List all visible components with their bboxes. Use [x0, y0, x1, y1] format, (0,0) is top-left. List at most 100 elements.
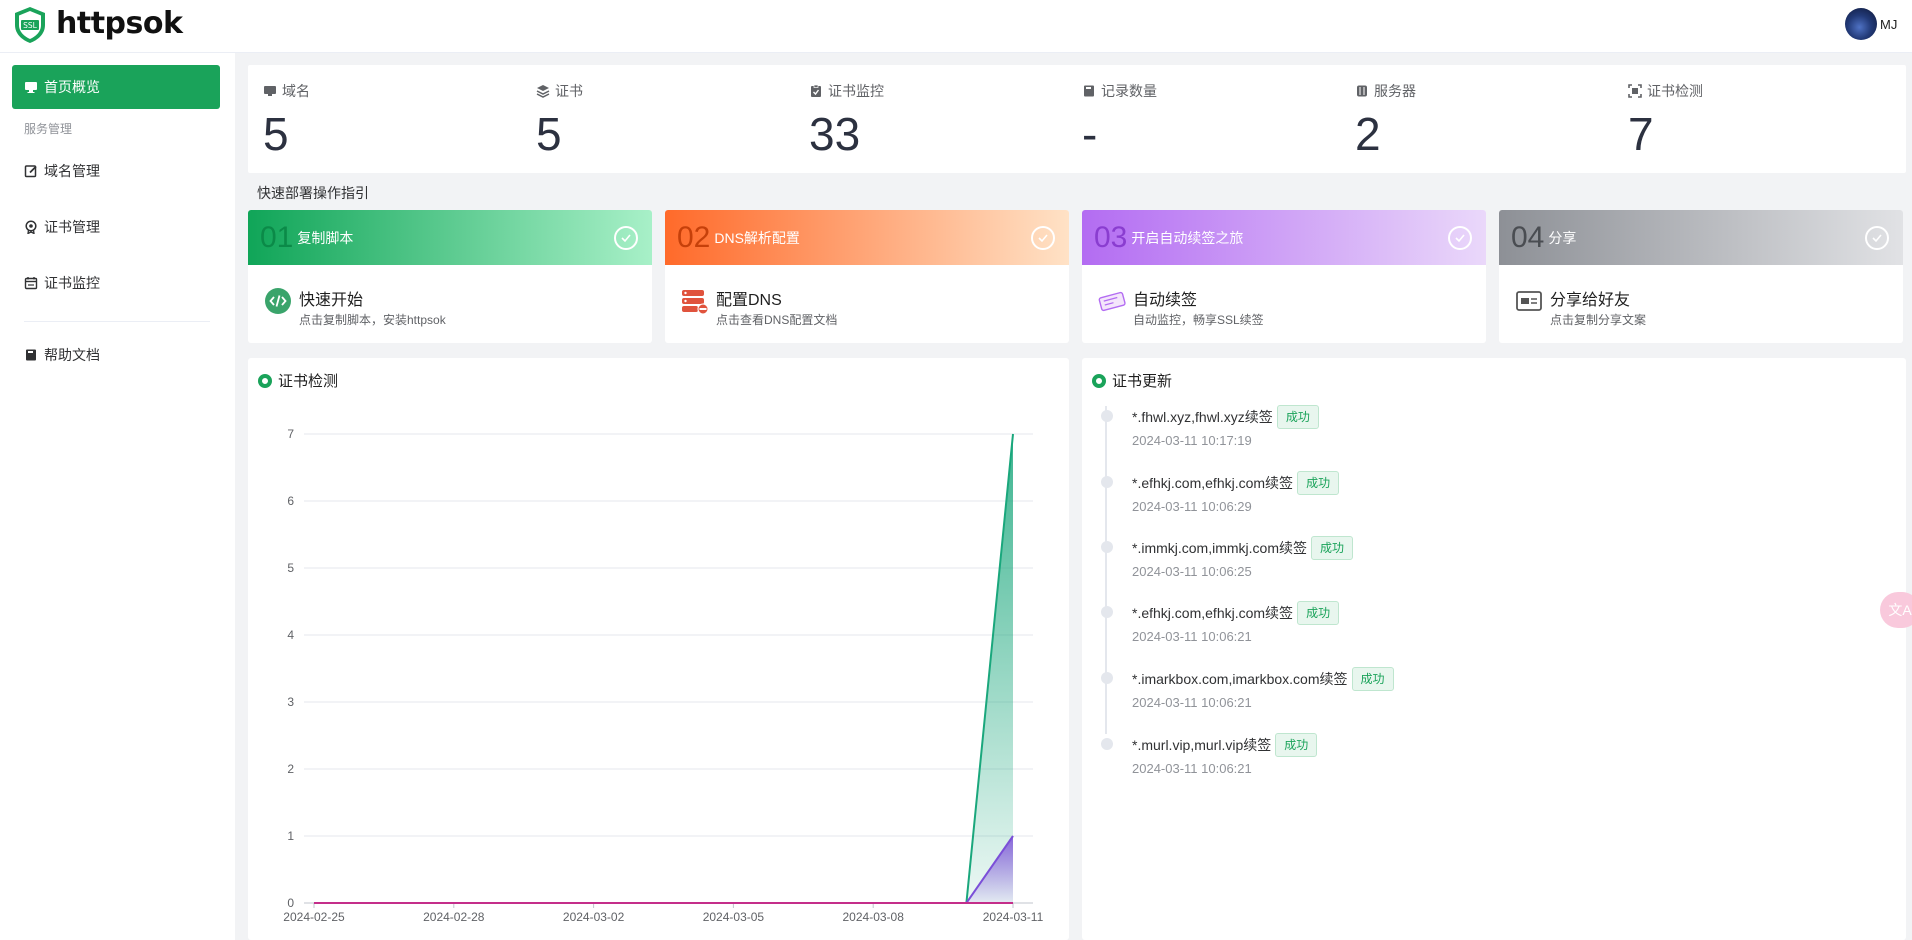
sidebar-item-home-overview[interactable]: 首页概览	[12, 65, 220, 109]
card-step-number: 02	[677, 220, 711, 254]
sidebar-item-label: 证书监控	[44, 275, 100, 291]
timeline-node	[1101, 476, 1113, 488]
scan-icon	[1628, 84, 1642, 98]
status-badge: 成功	[1311, 536, 1354, 560]
user-name[interactable]: MJ	[1880, 17, 1897, 32]
timeline-title: *.immkj.com,immkj.com续签	[1132, 540, 1307, 556]
series-area	[314, 434, 1013, 903]
x-tick-label: 2024-03-05	[703, 910, 765, 924]
cert-update-panel: 证书更新 *.fhwl.xyz,fhwl.xyz续签 成功 2024-03-11 …	[1082, 358, 1906, 940]
y-tick-label: 7	[287, 427, 294, 441]
ticket-icon	[1098, 287, 1126, 315]
y-tick-label: 4	[287, 628, 294, 642]
card-title: 快速开始	[299, 292, 364, 309]
timeline-item: *.efhkj.com,efhkj.com续签 成功 2024-03-11 10:…	[1092, 601, 1692, 661]
x-tick-label: 2024-03-08	[843, 910, 905, 924]
stat-value: 7	[1628, 108, 1654, 160]
book-icon	[1084, 85, 1094, 97]
calendar-icon	[24, 277, 38, 290]
sidebar-item-cert-monitor[interactable]: 证书监控	[24, 271, 100, 295]
stat-label: 记录数量	[1101, 83, 1157, 99]
stat-value: 5	[536, 108, 562, 160]
y-tick-label: 1	[287, 829, 294, 843]
check-circle-icon	[1031, 226, 1055, 250]
series-line	[314, 433, 1014, 904]
card-step-label: 开启自动续签之旅	[1131, 229, 1244, 246]
x-tick-label: 2024-03-11	[983, 910, 1044, 924]
series-area	[314, 836, 1013, 903]
card-step-label: 复制脚本	[297, 229, 354, 246]
stats-bar: 域名 5 证书 5 证书监控 33 记录数量 - 服务器 2 证书检测 7	[248, 65, 1906, 173]
sidebar: 首页概览 服务管理 域名管理 证书管理 证书监控 帮助文档	[0, 53, 235, 940]
sidebar-item-label: 域名管理	[44, 163, 100, 179]
ssl-shield-logo[interactable]: SSL	[10, 5, 50, 45]
guide-card-dns-config[interactable]: 02 DNS解析配置 配置DNS 点击查看DNS配置文档	[665, 210, 1069, 343]
logo-text: SSL	[23, 21, 38, 30]
status-badge: 成功	[1275, 733, 1318, 757]
card-title: 配置DNS	[716, 292, 782, 309]
timeline-title: *.fhwl.xyz,fhwl.xyz续签	[1132, 409, 1273, 425]
timeline-node	[1101, 606, 1113, 618]
x-tick-label: 2024-02-28	[423, 910, 485, 924]
monitor-icon	[264, 86, 276, 96]
card-step-number: 01	[260, 220, 294, 254]
card-desc: 点击复制脚本，安装httpsok	[299, 313, 446, 327]
timeline-item: *.fhwl.xyz,fhwl.xyz续签 成功 2024-03-11 10:17…	[1092, 405, 1692, 465]
stat-servers[interactable]: 服务器 2	[1355, 65, 1625, 173]
layers-icon	[536, 85, 550, 98]
brand-name[interactable]: httpsok	[56, 6, 183, 41]
server-icon	[1357, 85, 1367, 97]
stat-label: 证书	[555, 83, 583, 99]
stat-value: 2	[1355, 108, 1381, 160]
card-title: 自动续签	[1133, 292, 1198, 309]
timeline-title: *.imarkbox.com,imarkbox.com续签	[1132, 671, 1348, 687]
stat-domains[interactable]: 域名 5	[263, 65, 533, 173]
check-circle-icon	[1865, 226, 1889, 250]
timeline-node	[1101, 738, 1113, 750]
translate-button[interactable]: 文A	[1880, 592, 1912, 628]
guide-card-share[interactable]: 04 分享 分享给好友 点击复制分享文案	[1499, 210, 1903, 343]
avatar[interactable]	[1845, 8, 1877, 40]
x-tick-label: 2024-02-25	[283, 910, 345, 924]
timeline-time: 2024-03-11 10:17:19	[1132, 433, 1252, 448]
status-badge: 成功	[1297, 601, 1340, 625]
check-circle-icon	[1448, 226, 1472, 250]
guide-card-auto-renew[interactable]: 03 开启自动续签之旅 自动续签 自动监控，畅享SSL续签	[1082, 210, 1486, 343]
card-step-number: 04	[1511, 220, 1545, 254]
timeline-node	[1101, 672, 1113, 684]
timeline-item: *.murl.vip,murl.vip续签 成功 2024-03-11 10:06…	[1092, 733, 1692, 793]
clipboard-check-icon	[811, 84, 821, 97]
edit-icon	[24, 165, 37, 178]
stat-label: 证书检测	[1647, 83, 1703, 99]
sidebar-item-certificates[interactable]: 证书管理	[24, 215, 100, 239]
code-icon	[264, 287, 292, 315]
sidebar-item-label: 首页概览	[44, 79, 100, 95]
card-title: 分享给好友	[1550, 292, 1631, 309]
y-tick-label: 2	[287, 762, 294, 776]
card-step-label: 分享	[1548, 229, 1577, 246]
timeline-item: *.efhkj.com,efhkj.com续签 成功 2024-03-11 10:…	[1092, 471, 1692, 531]
sidebar-item-domains[interactable]: 域名管理	[24, 159, 100, 183]
stat-label: 域名	[282, 83, 310, 99]
sidebar-divider	[24, 321, 210, 322]
panel-title-text: 证书更新	[1112, 373, 1173, 390]
status-badge: 成功	[1351, 667, 1394, 691]
status-badge: 成功	[1297, 471, 1340, 495]
stat-cert-monitor[interactable]: 证书监控 33	[809, 65, 1079, 173]
guide-card-copy-script[interactable]: 01 复制脚本 快速开始 点击复制脚本，安装httpsok	[248, 210, 652, 343]
timeline-node	[1101, 410, 1113, 422]
stat-certificates[interactable]: 证书 5	[536, 65, 806, 173]
y-tick-label: 0	[287, 896, 294, 910]
stat-records[interactable]: 记录数量 -	[1082, 65, 1352, 173]
panel-title: 证书更新	[1092, 370, 1172, 391]
y-tick-label: 6	[287, 494, 294, 508]
certificate-icon	[25, 220, 37, 234]
stat-cert-check[interactable]: 证书检测 7	[1628, 65, 1898, 173]
sidebar-item-help-docs[interactable]: 帮助文档	[24, 343, 100, 367]
timeline-time: 2024-03-11 10:06:21	[1132, 695, 1252, 710]
sidebar-item-label: 帮助文档	[44, 347, 100, 363]
timeline-time: 2024-03-11 10:06:25	[1132, 564, 1252, 579]
stat-value: -	[1082, 108, 1098, 160]
stat-label: 证书监控	[828, 83, 884, 99]
translate-label: 文A	[1888, 602, 1912, 618]
